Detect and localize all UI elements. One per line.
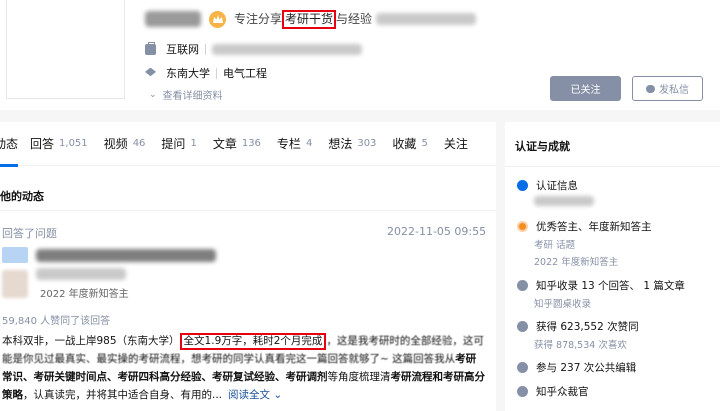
crown-badge-icon: [209, 10, 226, 28]
education-row: 东南大学 电气工程: [145, 65, 267, 81]
question-title-row[interactable]: [2, 246, 216, 264]
tab-questions[interactable]: 提问 1: [161, 122, 196, 166]
tab-count: 46: [132, 138, 146, 149]
excerpt-text: 本科双非，一战上岸985（东南大学）: [2, 335, 180, 347]
star-badge-icon: [517, 221, 528, 232]
chat-bubble-icon: [646, 84, 655, 93]
edit-pen-icon: [517, 362, 528, 373]
headline-highlight: 考研干货: [282, 9, 337, 29]
tab-columns[interactable]: 专栏 4: [277, 122, 312, 166]
favorites-count: 获得 878,534 次喜欢: [534, 340, 627, 351]
profile-tabs: 动态 回答 1,051 视频 46 提问 1 文章 136 专栏 4 想法 303 收藏 5 …: [0, 122, 496, 167]
author-tag: 2022 年度新知答主: [40, 289, 129, 300]
industry-text: 互联网: [166, 43, 199, 56]
view-details-link[interactable]: ⌄ 查看详细资料: [149, 87, 223, 103]
excerpt-highlight: 全文1.9万字，耗时2个月完成: [179, 333, 327, 350]
author-name-blurred[interactable]: [36, 268, 126, 280]
roundtable-link[interactable]: 知乎圆桌收录: [534, 296, 591, 310]
book-icon: [517, 280, 528, 291]
collection-item: 知乎收录 13 个回答、 1 篇文章: [517, 278, 685, 293]
tab-collections[interactable]: 收藏 5: [392, 122, 427, 166]
answer-excerpt[interactable]: 本科双非，一战上岸985（东南大学） 全文1.9万字，耗时2个月完成 ，这是我考研时…: [2, 332, 486, 404]
thumbs-up-icon: [517, 321, 528, 332]
verified-icon: [517, 180, 528, 191]
tab-count: 303: [357, 138, 377, 149]
activity-date: 2022-11-05 09:55: [387, 225, 487, 238]
likes-item: 获得 623,552 次赞同: [517, 319, 639, 334]
achievements-sidebar: 认证与成就 认证信息 优秀答主、年度新知答主 考研 话题 2022 年度新知答主…: [505, 122, 720, 411]
tab-label: 文章: [212, 137, 237, 151]
tab-articles[interactable]: 文章 136: [213, 122, 261, 166]
profile-header: 专注分享 考研干货 与经验 互联网 东南大学 电气工程 ⌄ 查看详细资料 已关注 发…: [0, 0, 720, 110]
author-avatar[interactable]: [2, 270, 28, 298]
tab-label: 回答: [30, 137, 55, 151]
profile-headline: 专注分享 考研干货 与经验: [234, 9, 373, 29]
tab-videos[interactable]: 视频 46: [104, 122, 146, 166]
tab-label: 动态: [0, 137, 19, 151]
tab-label: 想法: [328, 137, 353, 151]
tab-activity[interactable]: 动态: [0, 122, 19, 167]
avatar[interactable]: [6, 0, 125, 99]
activity-label: 回答了问题: [2, 227, 57, 240]
headline-blurred: [376, 13, 477, 25]
username-blurred[interactable]: [145, 11, 201, 27]
tab-label: 专栏: [276, 137, 301, 151]
send-message-button[interactable]: 发私信: [632, 76, 703, 101]
sidebar-title: 认证与成就: [515, 140, 570, 153]
verification-detail-blurred: [534, 196, 594, 206]
tab-label: 视频: [103, 137, 128, 151]
tab-count: 1: [190, 138, 197, 149]
feed-card: 动态 回答 1,051 视频 46 提问 1 文章 136 专栏 4 想法 303 收藏 5 …: [0, 122, 496, 411]
profile-name-row: 专注分享 考研干货 与经验: [145, 9, 477, 29]
tab-following[interactable]: 关注: [444, 122, 468, 166]
verification-label: 认证信息: [536, 180, 578, 192]
collection-label: 知乎收录 13 个回答、 1 篇文章: [536, 280, 685, 292]
jury-item: 知乎众裁官: [517, 384, 589, 399]
jury-label: 知乎众裁官: [536, 386, 589, 398]
section-title: 他的动态: [0, 190, 44, 203]
tab-answers[interactable]: 回答 1,051: [30, 122, 88, 166]
question-chip: [2, 247, 28, 263]
view-details-label: 查看详细资料: [162, 91, 223, 102]
chevron-down-icon: ⌄: [149, 89, 157, 100]
tab-label: 提问: [161, 137, 186, 151]
school-text: 东南大学: [166, 67, 210, 80]
send-message-label: 发私信: [659, 85, 689, 96]
verification-item: 认证信息: [517, 178, 578, 193]
headline-suffix: 与经验: [336, 11, 373, 26]
divider: [0, 210, 496, 211]
briefcase-icon: [145, 41, 156, 55]
honor-topic[interactable]: 考研 话题: [534, 237, 575, 251]
divider: [205, 43, 206, 55]
likes-label: 获得 623,552 次赞同: [536, 321, 639, 333]
tab-count: 5: [421, 138, 428, 149]
read-more-link[interactable]: 阅读全文 ⌄: [228, 389, 282, 401]
tab-label: 收藏: [392, 137, 417, 151]
question-title-blurred[interactable]: [36, 248, 216, 262]
shield-icon: [517, 386, 528, 397]
tab-thoughts[interactable]: 想法 303: [328, 122, 376, 166]
tab-count: 1,051: [59, 138, 88, 149]
divider: [505, 166, 720, 167]
edits-item: 参与 237 次公共编辑: [517, 360, 636, 375]
job-blurred: [212, 43, 362, 55]
tab-count: 136: [241, 138, 261, 149]
edits-label: 参与 237 次公共编辑: [536, 362, 637, 374]
followed-button[interactable]: 已关注: [550, 76, 621, 101]
excerpt-text: ，认真读完，并将其中适合自身、有用的...: [23, 389, 223, 401]
tab-count: 4: [305, 138, 313, 149]
tab-label: 关注: [443, 137, 468, 151]
excerpt-text: 等角度梳理清: [327, 371, 391, 383]
vote-count: 59,840 人赞同了该回答: [2, 316, 111, 327]
graduation-cap-icon: [145, 67, 156, 77]
honor-year: 2022 年度新知答主: [534, 257, 619, 268]
honor-label: 优秀答主、年度新知答主: [536, 221, 652, 233]
headline-prefix: 专注分享: [234, 11, 283, 26]
divider: [216, 67, 217, 79]
honor-item: 优秀答主、年度新知答主: [517, 219, 652, 234]
industry-row: 互联网: [145, 41, 362, 57]
major-text: 电气工程: [223, 67, 267, 80]
